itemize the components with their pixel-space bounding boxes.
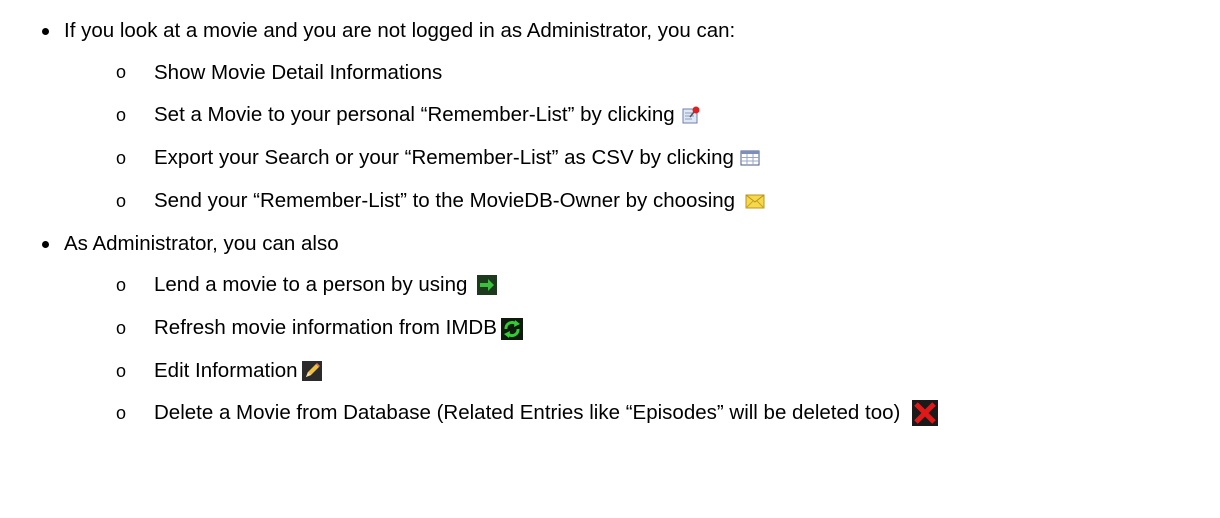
sub-bullet-o: o bbox=[116, 148, 127, 168]
sub-bullet-o: o bbox=[116, 275, 127, 295]
sub-item-label: Send your “Remember-List” to the MovieDB… bbox=[154, 189, 736, 212]
bullet-1-label: If you look at a movie and you are not l… bbox=[64, 19, 736, 42]
envelope-icon bbox=[745, 191, 765, 211]
sub-item-send-list: Send your “Remember-List” to the MovieDB… bbox=[154, 186, 765, 216]
sub-item-label: Delete a Movie from Database (Related En… bbox=[154, 401, 901, 424]
sub-bullet-o: o bbox=[116, 361, 127, 381]
sub-bullet-o: o bbox=[116, 191, 127, 211]
sub-item-export-csv: Export your Search or your “Remember-Lis… bbox=[154, 143, 760, 173]
sub-item-lend-movie: Lend a movie to a person by using bbox=[154, 270, 498, 300]
green-arrow-icon bbox=[477, 275, 498, 295]
bullet-dot bbox=[42, 28, 49, 35]
sub-item-refresh-imdb: Refresh movie information from IMDB bbox=[154, 313, 523, 343]
bullet-dot bbox=[42, 241, 49, 248]
table-icon bbox=[740, 148, 760, 168]
sub-bullet-o: o bbox=[116, 403, 127, 423]
sub-item-label: Show Movie Detail Informations bbox=[154, 61, 443, 84]
sub-item-edit-info: Edit Information bbox=[154, 356, 322, 386]
pin-note-icon bbox=[681, 105, 701, 125]
sub-bullet-o: o bbox=[116, 105, 127, 125]
sub-item-label: Refresh movie information from IMDB bbox=[154, 316, 497, 339]
sub-item-label: Edit Information bbox=[154, 359, 298, 382]
sub-item-remember-list: Set a Movie to your personal “Remember-L… bbox=[154, 100, 701, 130]
sub-bullet-o: o bbox=[116, 62, 127, 82]
bullet-2-text: As Administrator, you can also bbox=[64, 229, 339, 259]
sub-item-label: Lend a movie to a person by using bbox=[154, 273, 468, 296]
delete-x-icon bbox=[912, 400, 939, 426]
refresh-icon bbox=[500, 318, 523, 340]
sub-item-label: Set a Movie to your personal “Remember-L… bbox=[154, 103, 675, 126]
sub-item-show-details: Show Movie Detail Informations bbox=[154, 58, 442, 88]
pencil-icon bbox=[301, 361, 322, 381]
document-page: If you look at a movie and you are not l… bbox=[0, 0, 1220, 518]
sub-bullet-o: o bbox=[116, 318, 127, 338]
sub-item-delete-movie: Delete a Movie from Database (Related En… bbox=[154, 398, 939, 428]
sub-item-label: Export your Search or your “Remember-Lis… bbox=[154, 146, 734, 169]
bullet-1-text: If you look at a movie and you are not l… bbox=[64, 16, 735, 46]
bullet-2-label: As Administrator, you can also bbox=[64, 232, 339, 255]
